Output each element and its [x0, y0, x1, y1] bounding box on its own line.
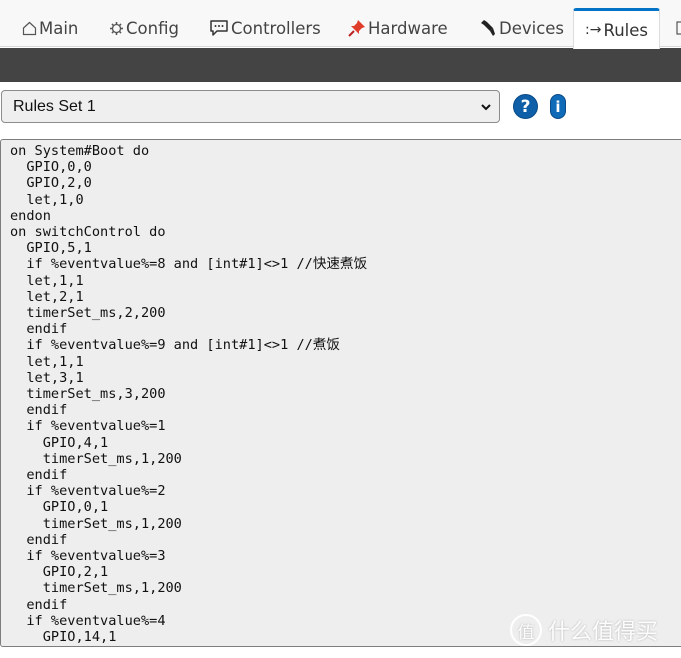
- tab-devices[interactable]: Devices: [475, 9, 568, 47]
- rules-set-selected-value: Rules Set 1: [13, 97, 96, 115]
- tab-main-label: Main: [39, 18, 79, 38]
- info-button[interactable]: i: [550, 94, 566, 119]
- tab-rules[interactable]: :→ Rules: [573, 8, 660, 49]
- pushpin-icon: [348, 19, 366, 37]
- info-icon: i: [555, 97, 561, 116]
- tab-config-label: Config: [126, 18, 179, 38]
- rules-editor[interactable]: on System#Boot do GPIO,0,0 GPIO,2,0 let,…: [0, 139, 681, 647]
- tab-hardware-label: Hardware: [368, 18, 448, 38]
- tab-main[interactable]: Main: [18, 9, 82, 47]
- tab-controllers-label: Controllers: [231, 18, 321, 38]
- tab-config[interactable]: Config: [105, 9, 183, 47]
- tab-bar: Main Config Controllers Hardware Devices…: [0, 0, 681, 49]
- chevron-down-icon: [480, 100, 492, 112]
- gear-icon: [109, 21, 124, 36]
- question-mark-icon: ?: [520, 96, 531, 117]
- tab-devices-label: Devices: [499, 18, 565, 38]
- arrow-right-icon: :→: [585, 22, 602, 38]
- plug-icon: [479, 19, 497, 37]
- header-bar: [0, 48, 681, 82]
- rules-set-select[interactable]: Rules Set 1: [1, 90, 500, 123]
- tab-controllers[interactable]: Controllers: [205, 9, 325, 47]
- speech-bubble-icon: [209, 19, 229, 37]
- home-icon: [22, 21, 37, 36]
- tab-rules-label: Rules: [603, 20, 648, 40]
- tab-notes[interactable]: [672, 9, 681, 47]
- tab-hardware[interactable]: Hardware: [344, 9, 452, 47]
- notes-icon: [676, 20, 681, 36]
- help-button[interactable]: ?: [513, 94, 538, 119]
